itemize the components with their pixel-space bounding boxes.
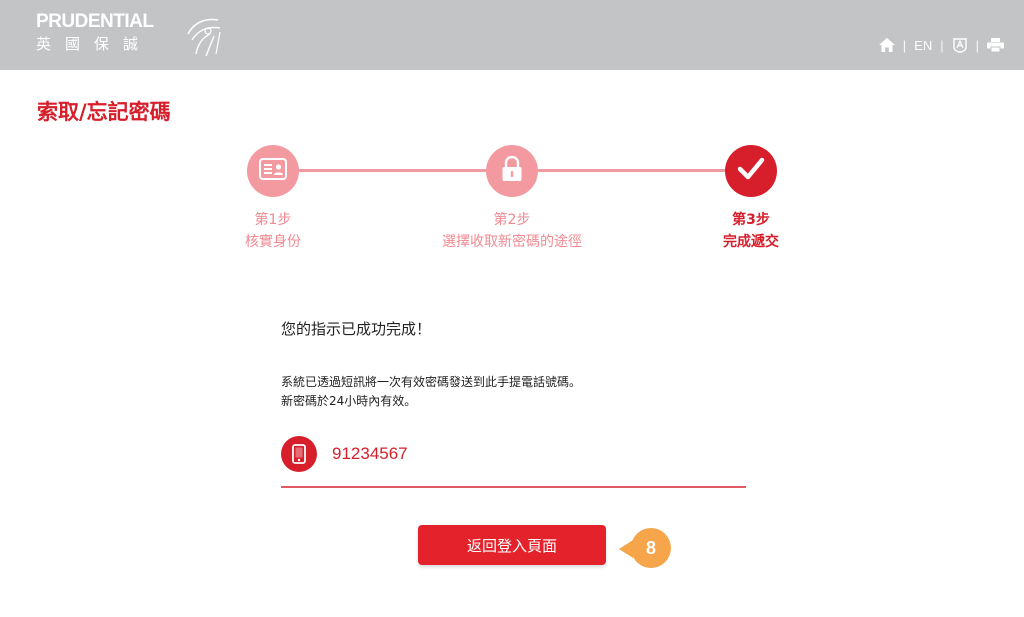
logo-chinese-text: 英國保誠 (36, 35, 153, 53)
lock-icon (501, 155, 523, 186)
step-1-number: 第1步 (254, 212, 292, 228)
step-2-circle (486, 145, 538, 197)
print-icon[interactable] (987, 38, 1004, 52)
step-2-number: 第2步 (493, 212, 531, 228)
step-1-label: 第1步 核實身份 (153, 209, 393, 253)
step-3-circle (725, 145, 777, 197)
success-message: 您的指示已成功完成！ (281, 320, 432, 338)
top-header: PRUDENTIAL 英國保誠 | EN | | (0, 0, 1024, 70)
step-1: 第1步 核實身份 (153, 145, 393, 253)
step-2: 第2步 選擇收取新密碼的途徑 (392, 145, 632, 253)
badge-number: 8 (631, 528, 671, 568)
font-size-icon[interactable] (952, 37, 968, 53)
step-2-text: 選擇收取新密碼的途徑 (442, 234, 582, 250)
step-3: 第3步 完成遞交 (631, 145, 871, 253)
phone-number-field: 91234567 (281, 436, 746, 488)
prudence-mark-icon (184, 14, 224, 62)
toolbar-separator: | (975, 37, 979, 53)
step-2-label: 第2步 選擇收取新密碼的途徑 (392, 209, 632, 253)
sms-description-line-1: 系統已透過短訊將一次有效密碼發送到此手提電話號碼。 (281, 375, 582, 389)
home-icon[interactable] (878, 38, 895, 52)
step-1-circle (247, 145, 299, 197)
step-annotation-badge: 8 (619, 528, 679, 568)
mobile-phone-icon (281, 436, 317, 472)
id-card-icon (259, 158, 287, 184)
header-toolbar: | EN | | (878, 37, 1004, 53)
sms-description: 系統已透過短訊將一次有效密碼發送到此手提電話號碼。 新密碼於24小時內有效。 (281, 373, 581, 411)
step-3-label: 第3步 完成遞交 (631, 209, 871, 253)
page-title: 索取/忘記密碼 (37, 100, 171, 124)
toolbar-separator: | (902, 37, 907, 53)
back-to-login-button[interactable]: 返回登入頁面 (418, 525, 606, 565)
step-1-text: 核實身份 (245, 234, 301, 250)
phone-number-value: 91234567 (332, 444, 408, 463)
step-3-text: 完成遞交 (723, 234, 779, 250)
checkmark-icon (737, 157, 765, 185)
toolbar-separator: | (940, 37, 944, 53)
sms-description-line-2: 新密碼於24小時內有效。 (281, 394, 417, 408)
prudential-logo[interactable]: PRUDENTIAL 英國保誠 (36, 11, 221, 57)
step-3-number: 第3步 (732, 212, 770, 228)
logo-english-text: PRUDENTIAL (36, 11, 154, 32)
language-toggle[interactable]: EN (914, 38, 932, 53)
